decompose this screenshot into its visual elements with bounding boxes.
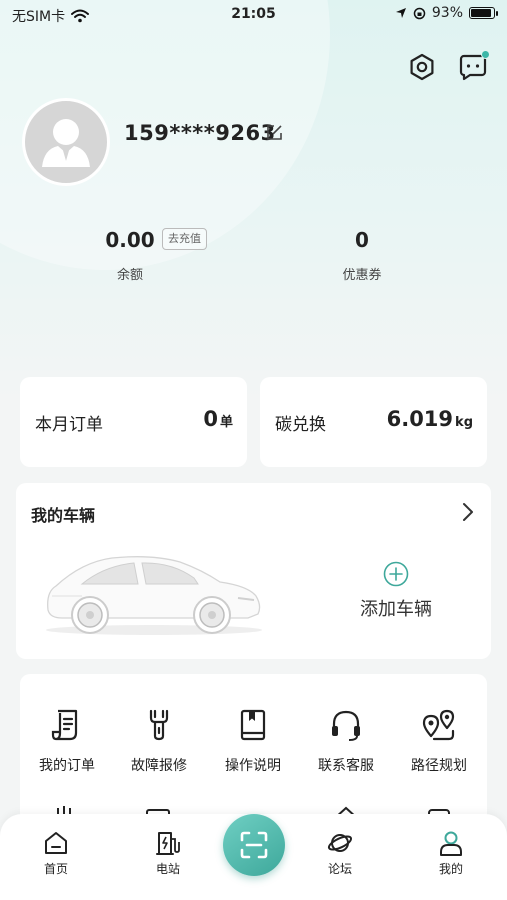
balance-stat: 0.00 余额 — [100, 228, 160, 283]
chevron-right-icon[interactable] — [461, 502, 475, 522]
battery-percent: 93% — [431, 5, 463, 21]
balance-label: 余额 — [116, 268, 143, 283]
tab-label: 我的 — [438, 862, 463, 876]
coupon-value: 0 — [355, 228, 369, 252]
menu-item-manual[interactable]: 操作说明 — [208, 708, 298, 775]
orders-label: 本月订单 — [35, 415, 103, 435]
unread-dot — [481, 50, 490, 59]
user-icon — [440, 831, 462, 856]
planet-icon — [327, 834, 353, 852]
carbon-exchange-card[interactable]: 碳兑换 6.019 kg — [260, 377, 487, 467]
menu-item-repair[interactable]: 故障报修 — [114, 708, 204, 775]
tab-label: 首页 — [43, 862, 68, 876]
edit-icon[interactable] — [265, 124, 283, 142]
menu-label: 联系客服 — [318, 758, 374, 774]
settings-button[interactable] — [407, 52, 437, 82]
balance-value: 0.00 — [105, 228, 155, 252]
menu-label: 故障报修 — [131, 758, 187, 774]
route-icon — [422, 709, 455, 741]
avatar[interactable] — [22, 98, 110, 186]
default-avatar-icon — [42, 119, 90, 167]
status-bar: 无SIM卡 21:05 93% — [0, 0, 507, 30]
add-vehicle-label: 添加车辆 — [360, 599, 432, 620]
scan-icon — [240, 831, 268, 859]
menu-label: 路径规划 — [411, 758, 467, 774]
menu-label: 操作说明 — [225, 758, 281, 774]
tab-mine[interactable]: 我的 — [416, 830, 486, 877]
location-arrow-icon — [395, 8, 406, 18]
orders-unit: 单 — [219, 415, 233, 430]
tab-station[interactable]: 电站 — [133, 830, 203, 877]
station-icon — [156, 832, 180, 855]
my-vehicle-card: 我的车辆 添加车辆 — [16, 483, 491, 659]
tab-home[interactable]: 首页 — [21, 830, 91, 877]
menu-item-route-planning[interactable]: 路径规划 — [394, 708, 484, 775]
carbon-label: 碳兑换 — [275, 415, 326, 435]
menu-label: 我的订单 — [39, 758, 95, 774]
order-icon — [51, 709, 78, 741]
carbon-value: 6.019 — [386, 407, 454, 431]
add-circle-icon — [383, 561, 409, 587]
battery-fill — [471, 9, 492, 17]
headset-icon — [332, 710, 360, 741]
user-phone: 159****9263 — [124, 121, 276, 145]
coupon-label: 优惠券 — [342, 268, 382, 283]
menu-item-my-orders[interactable]: 我的订单 — [22, 708, 112, 775]
tab-label: 论坛 — [327, 862, 352, 876]
add-vehicle-button[interactable]: 添加车辆 — [346, 561, 446, 621]
message-button[interactable] — [458, 50, 490, 82]
carbon-value-group: 6.019 kg — [387, 407, 473, 431]
monthly-orders-card[interactable]: 本月订单 0单 — [20, 377, 247, 467]
rotation-lock-icon — [413, 7, 426, 19]
car-illustration — [46, 556, 262, 635]
orders-value: 0 — [203, 407, 218, 431]
menu-item-customer-service[interactable]: 联系客服 — [301, 708, 391, 775]
status-right: 93% — [395, 5, 498, 21]
scan-button[interactable] — [223, 814, 285, 876]
orders-value-group: 0单 — [203, 407, 233, 431]
tab-forum[interactable]: 论坛 — [305, 830, 375, 877]
settings-hex-icon — [410, 53, 434, 81]
wrench-icon — [149, 709, 169, 741]
vehicle-title: 我的车辆 — [31, 506, 96, 525]
battery-icon — [469, 7, 498, 19]
tab-label: 电站 — [155, 862, 180, 876]
home-icon — [45, 832, 67, 854]
recharge-button[interactable]: 去充值 — [162, 228, 207, 250]
coupon-stat[interactable]: 0 优惠券 — [330, 228, 394, 283]
manual-icon — [240, 709, 266, 741]
carbon-unit: kg — [455, 415, 473, 430]
